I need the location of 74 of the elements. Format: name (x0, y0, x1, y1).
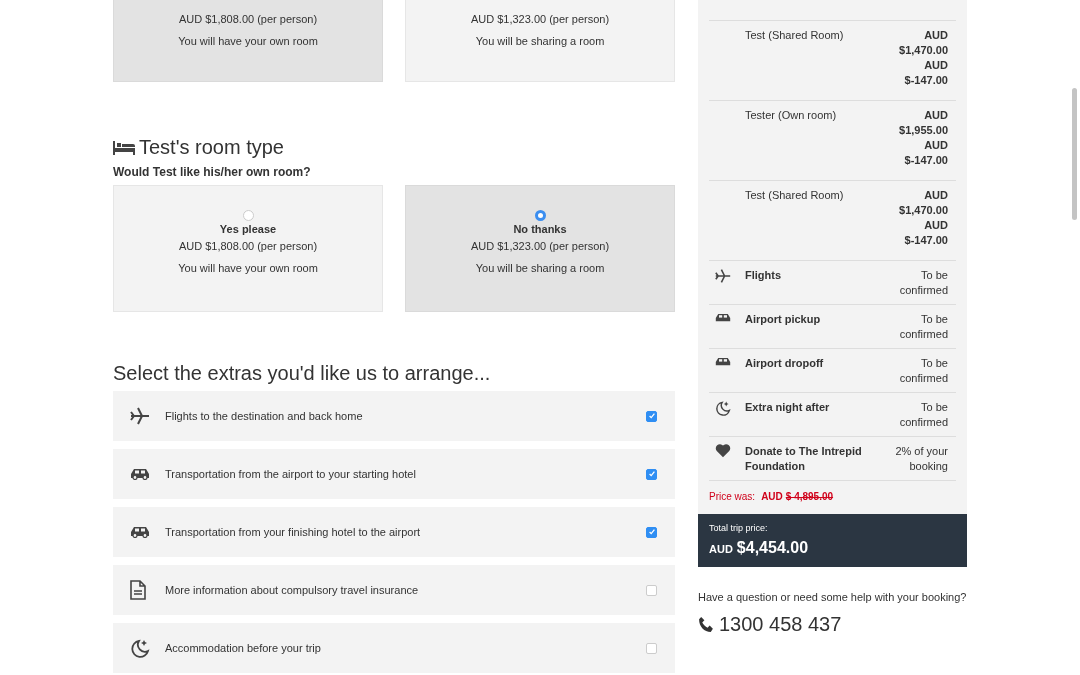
phone-icon (698, 616, 715, 633)
option-label: No thanks (513, 223, 567, 235)
option-label: Transportation from your finishing hotel to the airport (165, 526, 422, 538)
extra-name: Airport pickup (745, 312, 822, 327)
price-was-currency: AUD (761, 491, 783, 502)
extra-status: To be confirmed (898, 268, 948, 298)
moon-icon (130, 638, 150, 658)
option-note: You will have your own room (178, 262, 318, 274)
help-text: Have a question or need some help with your booking? (698, 591, 967, 603)
plane-icon (715, 268, 731, 284)
room-name: Test (Shared Room) (745, 188, 845, 203)
option-price: AUD $1,808.00 (per person) (178, 13, 318, 25)
extra-status: To be confirmed (898, 400, 948, 430)
option-note: You will be sharing a room (475, 262, 605, 274)
extra-option-row[interactable]: Flights to the destination and back home (113, 391, 675, 441)
checkbox[interactable] (646, 410, 657, 422)
room-price: AUD $-147.00 (903, 138, 948, 168)
extra-name: Flights (745, 268, 783, 283)
checkbox[interactable] (646, 584, 657, 596)
option-price: AUD $1,323.00 (per person) (470, 13, 610, 25)
checkbox[interactable] (646, 468, 657, 480)
section-title: Select the extras you'd like us to arrange... (113, 362, 492, 385)
option-label: Accommodation before your trip (165, 642, 322, 654)
extra-name: Extra night after (745, 400, 831, 415)
radio-button[interactable] (242, 210, 254, 221)
checkbox[interactable] (646, 642, 657, 654)
total-currency: AUD (709, 543, 733, 555)
bed-icon (113, 140, 135, 155)
phone-number: 1300 458 437 (719, 613, 842, 636)
radio-button[interactable] (534, 210, 546, 221)
option-note: You will be sharing a room (475, 35, 605, 47)
option-label: More information about compulsory travel insurance (165, 584, 420, 596)
question-text: Would Test like his/her own room? (113, 165, 312, 179)
room-option-card[interactable]: AUD $1,323.00 (per person) You will be sharing a room (405, 0, 675, 82)
option-label: Yes please (219, 223, 277, 235)
room-option-card[interactable]: Yes please AUD $1,808.00 (per person) You will have your own room (113, 185, 383, 312)
heart-icon (715, 444, 731, 458)
car-icon (130, 468, 150, 480)
price-was-label: Price was: (709, 491, 756, 502)
car-icon (130, 526, 150, 538)
option-label: Flights to the destination and back home (165, 410, 364, 422)
option-note: You will have your own room (178, 35, 318, 47)
plane-icon (130, 406, 150, 426)
room-option-card[interactable]: AUD $1,808.00 (per person) You will have your own room (113, 0, 383, 82)
scrollbar[interactable] (1072, 88, 1077, 220)
car-icon (715, 357, 731, 367)
option-price: AUD $1,323.00 (per person) (470, 240, 610, 252)
checkbox[interactable] (646, 526, 657, 538)
total-label: Total trip price: (709, 523, 769, 533)
price-was-amount: $ 4,895.00 (785, 491, 834, 502)
extra-name: Donate to The Intrepid Foundation (745, 444, 863, 474)
option-price: AUD $1,808.00 (per person) (178, 240, 318, 252)
extra-option-row[interactable]: More information about compulsory travel insurance (113, 565, 675, 615)
room-option-card[interactable]: No thanks AUD $1,323.00 (per person) You will be sharing a room (405, 185, 675, 312)
room-price: AUD $-147.00 (903, 218, 948, 248)
room-name: Tester (Own room) (745, 108, 838, 123)
extra-name: Airport dropoff (745, 356, 825, 371)
room-price: AUD $1,955.00 (898, 108, 948, 138)
moon-icon (715, 400, 731, 416)
room-price: AUD $1,470.00 (898, 28, 948, 58)
extra-option-row[interactable]: Transportation from the airport to your starting hotel (113, 449, 675, 499)
section-title: Test's room type (139, 136, 284, 159)
extra-option-row[interactable]: Transportation from your finishing hotel to the airport (113, 507, 675, 557)
extra-status: To be confirmed (898, 312, 948, 342)
total-amount: $4,454.00 (736, 539, 809, 557)
car-icon (715, 313, 731, 323)
option-label: Transportation from the airport to your starting hotel (165, 468, 417, 480)
document-icon (130, 580, 146, 600)
room-price: AUD $1,470.00 (898, 188, 948, 218)
room-price: AUD $-147.00 (903, 58, 948, 88)
room-name: Test (Shared Room) (745, 28, 845, 43)
extra-option-row[interactable]: Accommodation before your trip (113, 623, 675, 673)
extra-status: To be confirmed (898, 356, 948, 386)
extra-status: 2% of your booking (894, 444, 948, 474)
